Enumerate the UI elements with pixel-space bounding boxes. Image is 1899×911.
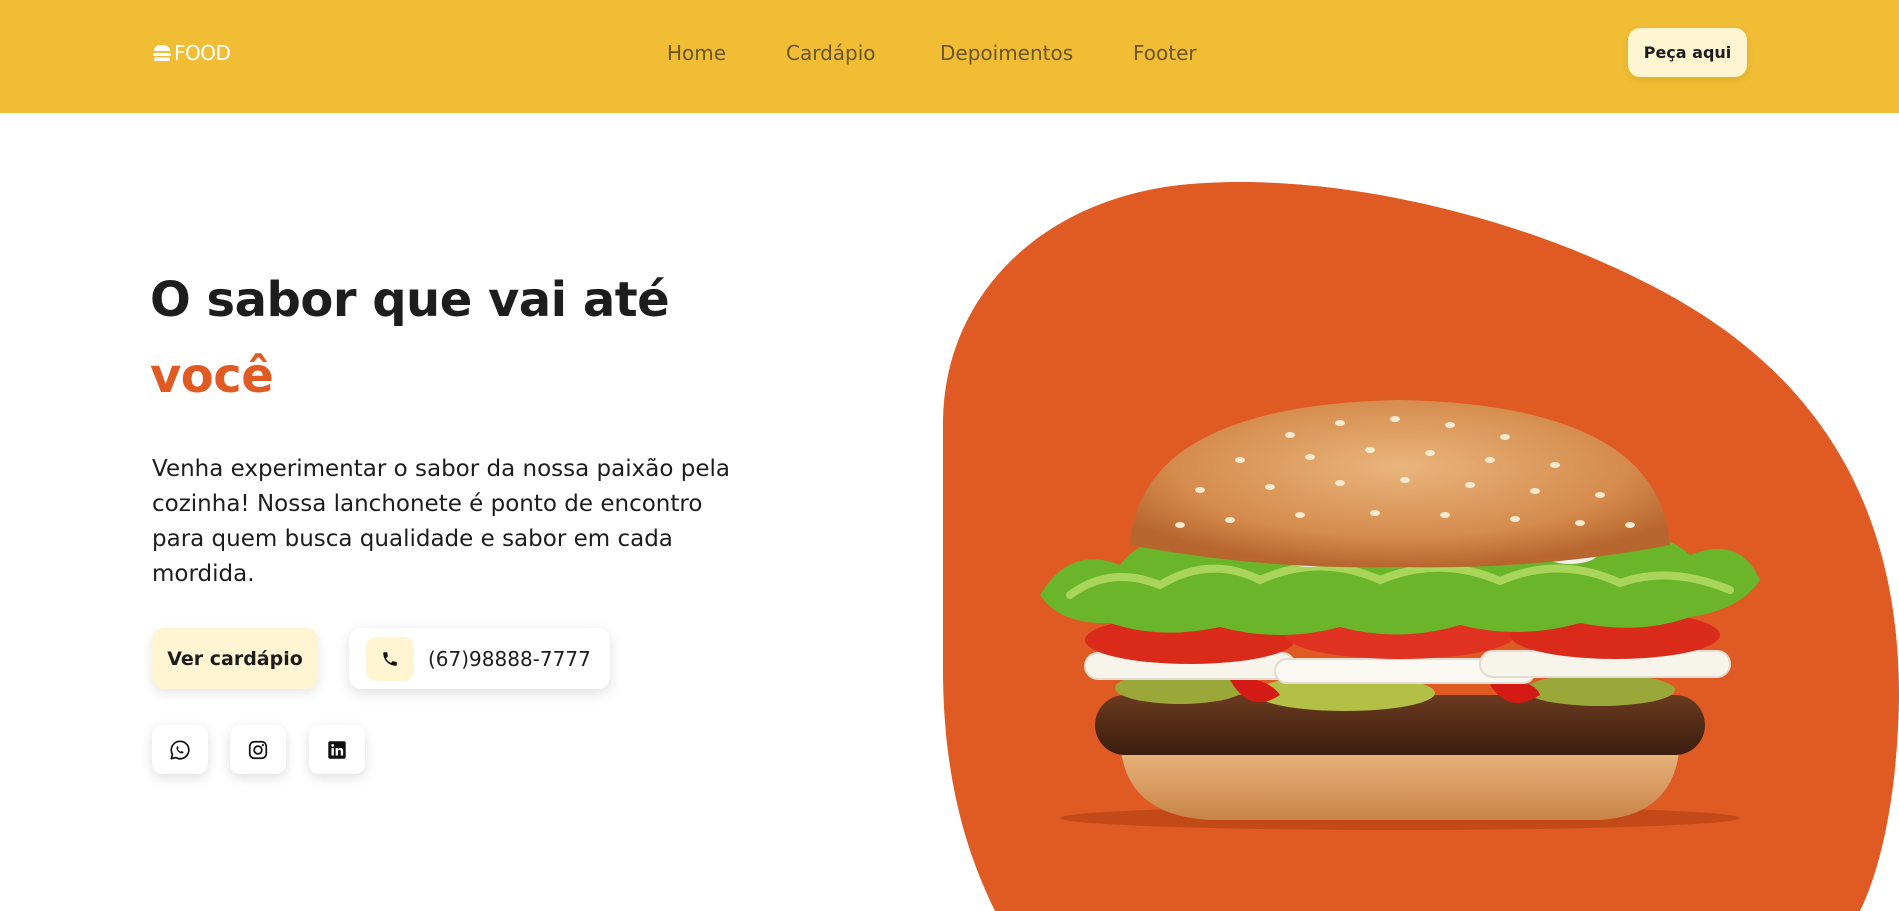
whatsapp-button[interactable] — [152, 725, 208, 774]
whatsapp-icon — [170, 739, 190, 760]
hero-title: O sabor que vai até você — [150, 262, 670, 414]
hero-title-main: O sabor que vai até — [150, 272, 670, 328]
hero-title-accent: você — [150, 348, 274, 404]
instagram-icon — [248, 740, 268, 759]
hero-description: Venha experimentar o sabor da nossa paix… — [152, 456, 730, 587]
linkedin-icon — [328, 740, 346, 759]
phone-icon-container — [366, 636, 414, 681]
hamburger-image — [1040, 400, 1760, 830]
instagram-button[interactable] — [230, 725, 286, 774]
phone-number: (67)98888-7777 — [428, 646, 591, 671]
phone-contact[interactable]: (67)98888-7777 — [349, 628, 610, 689]
view-menu-button[interactable]: Ver cardápio — [152, 628, 318, 689]
linkedin-button[interactable] — [309, 725, 365, 774]
phone-icon — [383, 651, 397, 666]
